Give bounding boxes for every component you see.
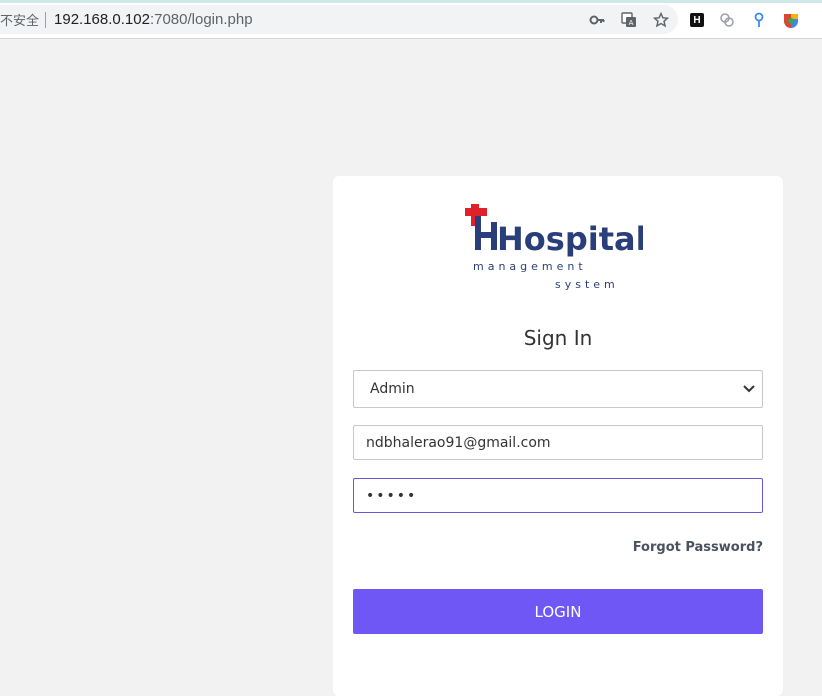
extensions-area: H <box>690 9 800 31</box>
login-button[interactable]: LOGIN <box>353 589 763 634</box>
logo-line2-text: system <box>555 278 619 291</box>
logo-brand-text: Hospital <box>497 220 643 258</box>
address-separator <box>45 11 47 28</box>
sign-in-heading: Sign In <box>523 326 593 350</box>
logo-line1-text: management <box>473 260 587 273</box>
security-indicator[interactable]: 不安全 <box>0 10 39 29</box>
browser-toolbar: 不安全 192.168.0.102:7080/login.php A H <box>0 0 822 39</box>
email-field[interactable]: ndbhalerao91@gmail.com <box>353 425 763 460</box>
url-host: 192.168.0.102 <box>54 11 150 28</box>
role-select[interactable]: Admin <box>353 370 763 408</box>
login-card: Hospital management system Sign In Admin… <box>333 176 783 696</box>
svg-text:A: A <box>629 19 634 27</box>
forgot-password-link[interactable]: Forgot Password? <box>633 540 763 555</box>
link-extension-icon[interactable] <box>718 11 736 29</box>
password-field-value: ••••• <box>366 487 418 504</box>
bookmark-star-icon[interactable] <box>652 11 670 29</box>
address-bar[interactable]: 不安全 192.168.0.102:7080/login.php A <box>0 5 678 34</box>
location-pin-icon[interactable] <box>750 11 768 29</box>
role-select-value: Admin <box>370 381 415 397</box>
address-bar-actions: A <box>588 5 670 34</box>
url-text[interactable]: 192.168.0.102:7080/login.php <box>54 11 253 28</box>
hospital-logo: Hospital management system <box>463 196 647 296</box>
chevron-down-icon <box>742 381 756 399</box>
tab-strip-edge <box>0 0 822 3</box>
url-path: :7080/login.php <box>149 11 253 28</box>
translate-icon[interactable]: A <box>620 11 638 29</box>
key-icon[interactable] <box>588 11 606 29</box>
colorful-extension-icon[interactable] <box>782 11 800 29</box>
password-field[interactable]: ••••• <box>353 478 763 513</box>
h-extension-icon[interactable]: H <box>690 13 704 27</box>
email-field-value: ndbhalerao91@gmail.com <box>366 434 551 451</box>
